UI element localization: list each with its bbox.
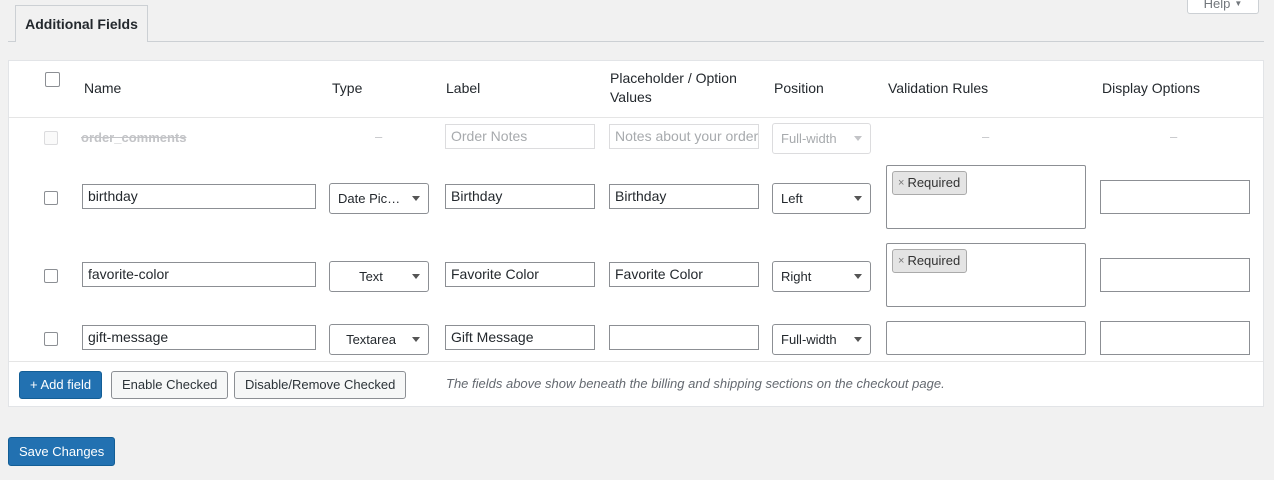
label-input[interactable]: Gift Message <box>445 325 595 350</box>
position-select-value: Right <box>781 269 812 284</box>
display-options-input[interactable] <box>1100 258 1250 292</box>
position-select-value: Left <box>781 191 803 206</box>
header-placeholder-line1: Placeholder / Option <box>610 70 737 86</box>
type-select[interactable]: Date Pic… <box>329 183 429 214</box>
validation-rules-select[interactable]: × Required <box>886 243 1086 307</box>
chevron-down-icon <box>854 337 862 342</box>
header-validation: Validation Rules <box>888 80 989 96</box>
label-input[interactable]: Birthday <box>445 184 595 209</box>
row-checkbox[interactable] <box>44 269 58 283</box>
validation-tag-label: Required <box>907 253 961 268</box>
chevron-down-icon <box>854 196 862 201</box>
table-header: Name Type Label Placeholder / Option Val… <box>9 61 1263 118</box>
position-select-value: Full-width <box>781 131 837 146</box>
fields-panel: Name Type Label Placeholder / Option Val… <box>8 60 1264 407</box>
remove-tag-icon[interactable]: × <box>898 172 904 194</box>
type-select-value: Text <box>359 269 383 284</box>
placeholder-input[interactable]: Notes about your order <box>609 124 759 149</box>
position-select[interactable]: Full-width <box>772 123 871 154</box>
display-options-input[interactable] <box>1100 321 1250 355</box>
placeholder-input[interactable]: Birthday <box>609 184 759 209</box>
header-display: Display Options <box>1102 80 1201 96</box>
display-value: – <box>1170 129 1178 144</box>
field-name: order_comments <box>81 130 187 145</box>
position-select[interactable]: Right <box>772 261 871 292</box>
add-field-button[interactable]: + Add field <box>19 371 103 399</box>
chevron-down-icon <box>412 337 420 342</box>
table-footer: + Add field Enable Checked Disable/Remov… <box>9 361 1263 407</box>
name-input[interactable]: birthday <box>82 184 316 209</box>
header-name: Name <box>84 80 122 96</box>
type-select[interactable]: Text <box>329 261 429 292</box>
chevron-down-icon <box>412 196 420 201</box>
label-input[interactable]: Favorite Color <box>445 262 595 287</box>
validation-tag[interactable]: × Required <box>892 171 968 195</box>
name-input[interactable]: gift-message <box>82 325 316 350</box>
chevron-down-icon <box>854 136 862 141</box>
select-all-checkbox[interactable] <box>45 72 60 87</box>
footer-note: The fields above show beneath the billin… <box>446 376 945 391</box>
help-tab[interactable]: Help ▼ <box>1187 0 1259 14</box>
label-input[interactable]: Order Notes <box>445 124 595 149</box>
validation-rules-select[interactable] <box>886 321 1086 355</box>
placeholder-input[interactable] <box>609 325 759 350</box>
header-label: Label <box>446 80 481 96</box>
chevron-down-icon <box>854 274 862 279</box>
tab-divider <box>8 41 1264 42</box>
enable-checked-button[interactable]: Enable Checked <box>111 371 229 399</box>
row-checkbox[interactable] <box>44 131 58 145</box>
header-type: Type <box>332 80 363 96</box>
row-checkbox[interactable] <box>44 191 58 205</box>
name-input[interactable]: favorite-color <box>82 262 316 287</box>
validation-rules-select[interactable]: × Required <box>886 165 1086 229</box>
type-select[interactable]: Textarea <box>329 324 429 355</box>
position-select[interactable]: Left <box>772 183 871 214</box>
display-options-input[interactable] <box>1100 180 1250 214</box>
caret-down-icon: ▼ <box>1234 0 1243 8</box>
field-type: – <box>375 129 383 144</box>
header-placeholder-line2: Values <box>610 89 652 105</box>
type-select-value: Date Pic… <box>338 191 401 206</box>
disable-remove-checked-button[interactable]: Disable/Remove Checked <box>234 371 407 399</box>
header-placeholder: Placeholder / Option Values <box>610 69 737 107</box>
tab-additional-fields[interactable]: Additional Fields <box>15 5 148 42</box>
position-select-value: Full-width <box>781 332 837 347</box>
chevron-down-icon <box>412 274 420 279</box>
validation-tag-label: Required <box>907 175 961 190</box>
validation-tag[interactable]: × Required <box>892 249 968 273</box>
placeholder-input[interactable]: Favorite Color <box>609 262 759 287</box>
validation-value: – <box>982 129 990 144</box>
help-label: Help <box>1203 0 1231 11</box>
remove-tag-icon[interactable]: × <box>898 250 904 272</box>
save-changes-button[interactable]: Save Changes <box>8 437 116 466</box>
header-position: Position <box>774 80 824 96</box>
row-checkbox[interactable] <box>44 332 58 346</box>
type-select-value: Textarea <box>346 332 396 347</box>
position-select[interactable]: Full-width <box>772 324 871 355</box>
